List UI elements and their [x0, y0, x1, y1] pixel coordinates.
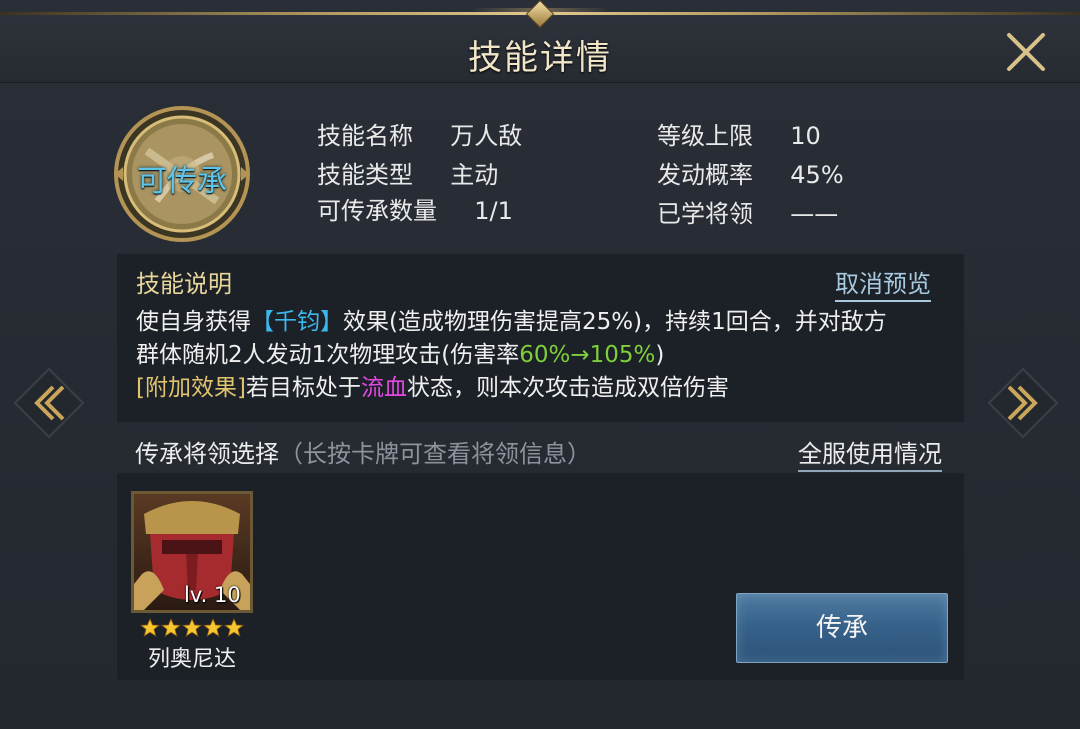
close-button[interactable]	[1003, 29, 1049, 75]
selection-hint: （长按卡牌可查看将领信息）	[279, 440, 591, 468]
description-text: 若目标处于	[245, 375, 361, 401]
star-icon	[139, 617, 161, 637]
star-icon	[160, 617, 182, 637]
trigger-chance-label: 发动概率	[657, 161, 753, 189]
extra-effect-tag: [附加效果]	[136, 375, 246, 401]
damage-rate: 60%→105%	[519, 342, 656, 368]
star-icon	[181, 617, 203, 637]
page-title: 技能详情	[468, 38, 612, 78]
trigger-chance-value: 45%	[790, 161, 844, 189]
skill-name-label: 技能名称	[317, 122, 413, 150]
info-max-level: 等级上限 10	[657, 116, 821, 151]
info-skill-type: 技能类型 主动	[317, 155, 498, 190]
effect-name: 【千钧】	[251, 309, 343, 335]
skill-type-label: 技能类型	[317, 161, 413, 189]
description-text: 状态，则本次攻击造成双倍伤害	[406, 375, 729, 401]
info-inherit-count: 可传承数量 1/1	[317, 191, 513, 226]
description-line-1: 使自身获得【千钧】效果(造成物理伤害提高25%)，持续1回合，并对敌方	[136, 302, 887, 336]
star-icon	[202, 617, 224, 637]
info-trigger-chance: 发动概率 45%	[657, 155, 844, 190]
inherit-count-value: 1/1	[474, 197, 513, 225]
star-rating	[139, 617, 246, 638]
max-level-label: 等级上限	[657, 122, 753, 150]
info-learned-generals: 已学将领 ——	[657, 194, 838, 229]
selection-title: 传承将领选择	[135, 440, 279, 468]
description-line-2: 群体随机2人发动1次物理攻击(伤害率60%→105%)	[136, 335, 664, 369]
description-text: 群体随机2人发动1次物理攻击(伤害率	[136, 342, 520, 368]
general-name: 列奥尼达	[147, 647, 236, 672]
prev-arrow-button[interactable]	[11, 365, 87, 441]
selection-title-row: 传承将领选择（长按卡牌可查看将领信息）	[135, 434, 591, 469]
info-skill-name: 技能名称 万人敌	[317, 116, 522, 151]
description-line-3: [附加效果]若目标处于流血状态，则本次攻击造成双倍伤害	[136, 368, 729, 402]
server-usage-link[interactable]: 全服使用情况	[798, 434, 942, 472]
general-level: lv. 10	[184, 583, 241, 607]
inheritable-label: 可传承	[137, 164, 227, 199]
cancel-preview-link[interactable]: 取消预览	[835, 264, 931, 302]
description-text: 效果(造成物理伤害提高25%)，持续1回合，并对敌方	[343, 309, 887, 335]
close-icon	[1007, 33, 1045, 71]
skill-name-value: 万人敌	[450, 122, 523, 150]
next-arrow-button[interactable]	[985, 365, 1061, 441]
star-icon	[223, 617, 245, 637]
description-text: 使自身获得	[136, 309, 251, 335]
skill-type-value: 主动	[450, 161, 499, 189]
bleed-status: 流血	[360, 375, 407, 401]
learned-generals-value: ——	[790, 200, 839, 228]
max-level-value: 10	[790, 122, 821, 150]
inherit-button[interactable]: 传承	[736, 593, 948, 663]
chevron-right-icon	[987, 367, 1059, 439]
description-title: 技能说明	[136, 270, 232, 298]
inherit-count-label: 可传承数量	[317, 197, 437, 225]
description-text: )	[655, 342, 665, 368]
learned-generals-label: 已学将领	[657, 200, 753, 228]
chevron-left-icon	[13, 367, 85, 439]
